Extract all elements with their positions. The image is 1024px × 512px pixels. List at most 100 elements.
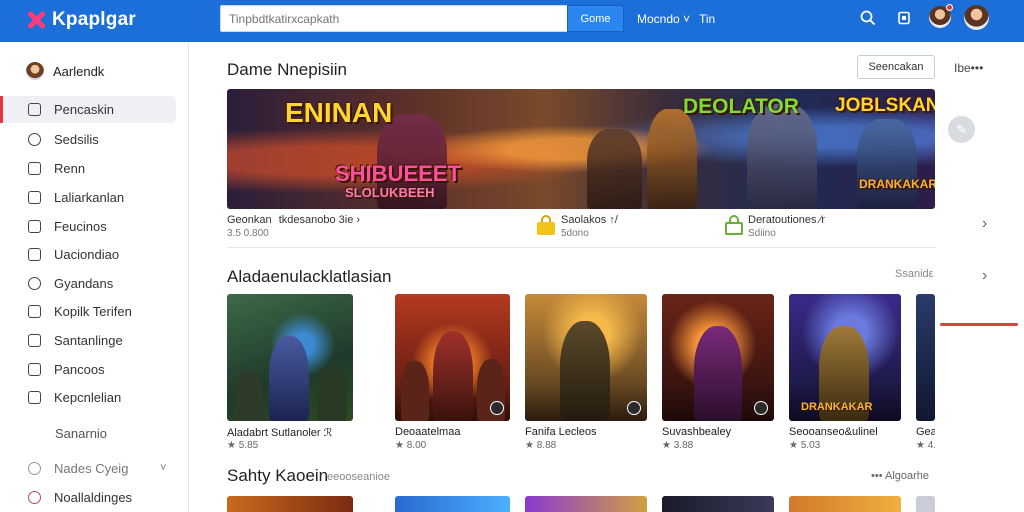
heart-icon xyxy=(28,133,41,146)
section-title: Sahty Kaoein xyxy=(227,466,329,485)
banner-title: DEOLATOR xyxy=(683,95,799,118)
game-card[interactable] xyxy=(662,496,774,512)
chevron-right-icon[interactable]: › xyxy=(982,267,987,285)
user-avatar[interactable] xyxy=(964,5,989,30)
game-card[interactable] xyxy=(789,496,901,512)
sidebar-item-label: Nades Cyeig xyxy=(54,461,129,476)
see-all-link[interactable]: Ssanidε xyxy=(895,268,934,280)
store-icon xyxy=(28,103,41,116)
sidebar-item-pancoos[interactable]: Pancoos xyxy=(0,356,176,383)
pick-title[interactable]: Geonkan tkdesanobo 3ie › xyxy=(227,214,360,226)
sidebar-item-label: Gyandans xyxy=(54,276,114,291)
search-bar: Gome xyxy=(220,5,624,32)
grid-icon xyxy=(28,334,41,347)
more-link[interactable]: ••• Algoarhe xyxy=(871,470,929,482)
banner-title: JOBLSKAN xyxy=(835,95,935,116)
sidebar: Aarlendk Pencaskin Sedsilis Renn Laliark… xyxy=(0,42,189,512)
sidebar-item-renn[interactable]: Renn xyxy=(0,155,176,182)
featured-banner[interactable]: ENINAN SHIBUEEET SLOLUKBEEH DEOLATOR JOB… xyxy=(227,89,935,209)
card-rating: ★ 8.00 xyxy=(395,440,427,451)
calendar-icon xyxy=(28,162,41,175)
heart-icon xyxy=(28,491,41,504)
sidebar-item-label: Pancoos xyxy=(54,362,105,377)
sidebar-item-kopilk-terifen[interactable]: Kopilk Terifen xyxy=(0,298,176,325)
notifications-avatar[interactable] xyxy=(929,4,953,28)
sidebar-item-label: Uaciondiao xyxy=(54,247,120,262)
pin-icon[interactable]: ✎ xyxy=(948,116,975,143)
sidebar-profile[interactable]: Aarlendk xyxy=(26,62,104,80)
sidebar-item-label: Renn xyxy=(54,161,86,176)
game-card[interactable] xyxy=(395,496,510,512)
badge-icon xyxy=(627,401,641,415)
sidebar-item-label: Santanlinge xyxy=(54,333,123,348)
compass-icon xyxy=(28,277,41,290)
game-card[interactable] xyxy=(525,294,647,421)
notification-dot xyxy=(946,4,953,11)
game-card[interactable] xyxy=(227,496,353,512)
sidebar-item-gyandans[interactable]: Gyandans xyxy=(0,270,176,297)
chevron-right-icon[interactable]: › xyxy=(982,215,987,233)
card-title: Suvashbealey xyxy=(662,426,732,438)
section-title: Dame Nnepisiin xyxy=(227,60,347,79)
more-link[interactable]: Ibe••• xyxy=(954,61,983,75)
game-card[interactable] xyxy=(525,496,647,512)
card-rating: ★ 8.88 xyxy=(525,440,557,451)
pick-meta: Sdiino xyxy=(748,228,776,239)
sidebar-item-label: Sedsilis xyxy=(54,132,99,147)
search-icon[interactable] xyxy=(859,9,877,27)
sidebar-item-noallaldinges[interactable]: Noallaldinges xyxy=(0,484,176,511)
chevron-down-icon[interactable]: ˅ xyxy=(160,462,166,474)
card-title: Gea xyxy=(916,426,935,438)
section-title: Aladaenulacklatlasian xyxy=(227,267,392,286)
card-rating: ★ 4.30 xyxy=(916,440,935,451)
card-title: Fanifa Lecleos xyxy=(525,426,597,438)
sidebar-item-kepcnlelian[interactable]: Kepcnlelian xyxy=(0,384,176,411)
profile-name: Aarlendk xyxy=(53,63,105,79)
section-action-button[interactable]: Seencakan xyxy=(857,55,935,79)
game-card[interactable] xyxy=(662,294,774,421)
pick-meta: 3.5 0.800 xyxy=(227,228,269,239)
sidebar-item-uaciondiao[interactable]: Uaciondiao xyxy=(0,241,176,268)
game-card[interactable]: DRANKAKAR xyxy=(789,294,901,421)
game-card[interactable] xyxy=(227,294,353,421)
list-icon xyxy=(28,305,41,318)
sidebar-item-laliarkanlan[interactable]: Laliarkanlan xyxy=(0,184,176,211)
top-nav-menu[interactable]: Mocndo ˅ xyxy=(637,12,690,26)
sidebar-item-label: Laliarkanlan xyxy=(54,190,125,205)
top-nav-link[interactable]: Tin xyxy=(699,12,715,26)
card-art-text: DRANKAKAR xyxy=(801,401,873,413)
folder-icon xyxy=(28,191,41,204)
section-subtitle: eeooseanioe xyxy=(327,471,391,483)
document-icon xyxy=(28,248,41,261)
pick-title[interactable]: Saolakos ↑/ xyxy=(561,214,618,226)
sidebar-item-nades-cyeig[interactable]: Nades Cyeig xyxy=(0,455,176,482)
lock-icon xyxy=(537,215,555,235)
app-logo[interactable]: Kpaplgar xyxy=(24,8,136,32)
sidebar-item-sedsilis[interactable]: Sedsilis xyxy=(0,126,176,153)
search-input[interactable] xyxy=(220,5,567,32)
badge-icon xyxy=(490,401,504,415)
pick-title[interactable]: Deratoutiones ⁄r xyxy=(748,214,825,226)
banner-title: ENINAN xyxy=(285,97,393,128)
tag-icon xyxy=(28,363,41,376)
game-card[interactable] xyxy=(916,294,935,421)
sidebar-item-label: Feucinos xyxy=(54,219,107,234)
tablet-icon[interactable] xyxy=(895,9,913,27)
badge-icon xyxy=(754,401,768,415)
card-title: Seooanseo&ulinel xyxy=(789,426,878,438)
banner-subtitle: SLOLUKBEEH xyxy=(345,185,435,200)
sidebar-item-pencaskin[interactable]: Pencaskin xyxy=(0,96,176,123)
card-rating: ★ 5.85 xyxy=(227,440,259,451)
card-rating: ★ 3.88 xyxy=(662,440,694,451)
game-card[interactable] xyxy=(395,294,510,421)
sidebar-item-feucinos[interactable]: Feucinos xyxy=(0,213,176,240)
avatar xyxy=(26,62,44,80)
sidebar-item-label: Pencaskin xyxy=(54,102,114,117)
game-card[interactable] xyxy=(916,496,935,512)
card-title: Deoaatelmaa xyxy=(395,426,461,438)
sidebar-item-label: Kopilk Terifen xyxy=(54,304,132,319)
card-title: Aladabrt Sutlanoler ℛ xyxy=(227,427,333,439)
search-button[interactable]: Gome xyxy=(567,5,624,32)
sidebar-item-santanlinge[interactable]: Santanlinge xyxy=(0,327,176,354)
pick-meta: 5dono xyxy=(561,228,589,239)
